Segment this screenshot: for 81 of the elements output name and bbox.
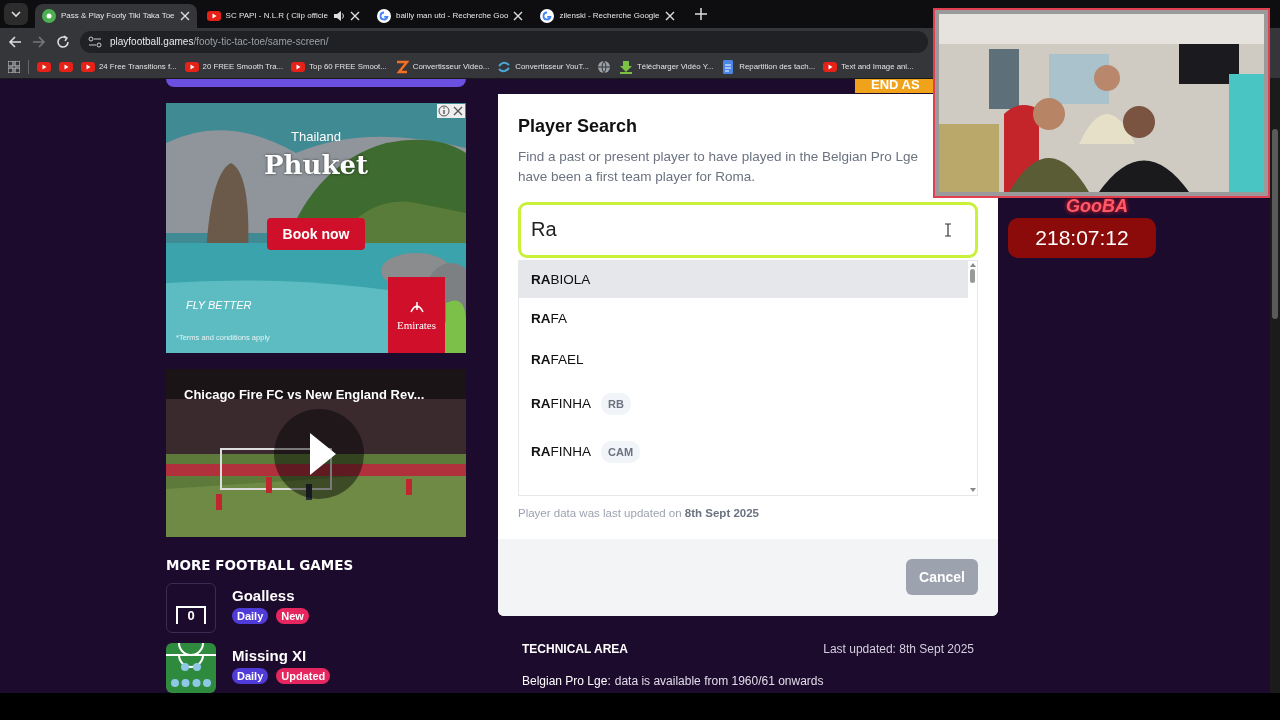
search-field[interactable]: Ra (518, 201, 978, 258)
plus-icon[interactable] (694, 8, 707, 20)
update-note: Player data was last updated on 8th Sept 2025 (518, 506, 760, 519)
position-badge: RB (601, 392, 631, 415)
result-item[interactable]: RAFAEL (519, 338, 968, 380)
goal-icon[interactable]: 0 (166, 582, 216, 633)
ad-slogan: FLY BETTER (186, 298, 252, 311)
play-icon (206, 8, 221, 23)
play-icon (59, 59, 73, 74)
reload-icon[interactable] (56, 34, 70, 49)
league-label: Belgian Pro Lge: (522, 673, 611, 688)
ad-kicker: Thailand (291, 128, 341, 144)
result-item[interactable]: RAFA (519, 297, 968, 339)
game-title[interactable]: Missing XI (232, 646, 331, 664)
apps-grid-icon[interactable] (8, 60, 20, 73)
timer: 218:07:12 (1008, 218, 1156, 258)
browser-tab[interactable]: SC PAPI - N.L.R ( Clip officie (199, 3, 367, 28)
swirl-icon (497, 59, 512, 74)
tab-title: zilenski - Recherche Google (559, 11, 660, 21)
play-icon[interactable] (274, 408, 364, 499)
play-icon (81, 59, 95, 74)
tab-title: Pass & Play Footy Tiki Taka Toe (61, 11, 175, 21)
play-icon (823, 59, 838, 74)
result-item[interactable]: RAFINHA CAM (519, 427, 968, 476)
bookmark[interactable] (59, 59, 73, 74)
google-icon (376, 8, 391, 23)
pitch-icon[interactable] (166, 642, 216, 693)
tune-icon[interactable] (88, 35, 102, 48)
brand-name: Emirates (396, 319, 437, 332)
close-icon[interactable] (349, 10, 360, 21)
tag: New (276, 607, 309, 624)
play-icon (184, 59, 199, 74)
description-line: Find a past or present player to have played in the Belgian Pro Lge (518, 147, 919, 166)
tab-title: SC PAPI - N.L.R ( Clip officie (225, 11, 328, 21)
speaker-icon[interactable] (332, 9, 345, 22)
download-icon (619, 59, 634, 74)
document-icon (721, 59, 736, 74)
availability-text: data is available from 1960/61 onwards (614, 673, 824, 688)
close-icon[interactable] (179, 10, 190, 21)
tab-title: bailly man utd - Recherche Goo (395, 11, 509, 21)
globe-icon (597, 59, 612, 74)
circle-icon (42, 8, 56, 23)
play-icon (291, 59, 306, 74)
z-icon (394, 59, 409, 74)
scrollbar[interactable] (1270, 78, 1280, 694)
tag: Daily (232, 667, 269, 684)
close-icon[interactable] (664, 10, 675, 21)
position-badge: CAM (601, 440, 641, 463)
google-icon (540, 8, 555, 23)
browser-tab[interactable]: zilenski - Recherche Google (533, 3, 682, 28)
back-icon[interactable] (8, 34, 22, 49)
forward-icon[interactable] (32, 34, 46, 49)
player-name: RABIOLA (531, 271, 591, 287)
browser-tab[interactable]: bailly man utd - Recherche Goo (369, 3, 531, 28)
description-line: have been a first team player for Roma. (518, 167, 757, 186)
player-name: RAFINHA (531, 396, 591, 412)
result-item[interactable]: RABIOLA (519, 260, 968, 298)
dropdown-icon[interactable] (4, 3, 28, 25)
stream-logo: GooBA (1066, 196, 1128, 217)
video-player[interactable]: Chicago Fire FC vs New England Rev... (166, 368, 466, 537)
browser-tab[interactable]: Pass & Play Footy Tiki Taka Toe (35, 3, 197, 28)
bookmark[interactable] (597, 59, 612, 74)
dialog-title: Player Search (518, 115, 639, 137)
last-updated: Last updated: 8th Sept 2025 (823, 641, 974, 656)
address-field[interactable]: playfootball.games/footy-tic-tac-toe/same-screen/ (80, 30, 928, 53)
video-title: Chicago Fire FC vs New England Rev... (184, 386, 425, 402)
tag: Daily (232, 607, 269, 624)
player-name: RAFA (531, 310, 567, 326)
section-heading: MORE FOOTBALL GAMES (166, 556, 355, 573)
section-heading: TECHNICAL AREA (522, 641, 628, 656)
text-cursor-icon (944, 222, 952, 237)
play-icon (37, 59, 51, 74)
player-name: RAFINHA (531, 444, 591, 460)
result-item[interactable]: RAFINHA RB (519, 379, 968, 428)
player-name: RAFAEL (531, 351, 584, 367)
url-text: playfootball.games/footy-tic-tac-toe/same-screen/ (110, 36, 329, 48)
game-title[interactable]: Goalless (232, 586, 309, 604)
bookmark[interactable] (37, 59, 51, 74)
close-icon[interactable] (513, 10, 524, 21)
tag: Updated (276, 667, 331, 684)
book-now-button[interactable]: Book now (266, 217, 366, 250)
